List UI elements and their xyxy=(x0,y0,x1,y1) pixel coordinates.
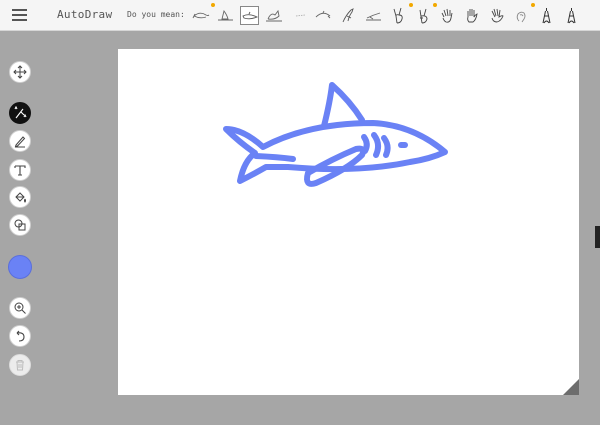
shape-tool[interactable] xyxy=(9,214,31,236)
suggestion-dot xyxy=(433,3,437,7)
delete-tool[interactable] xyxy=(9,354,31,376)
paint-bucket-icon xyxy=(15,192,26,203)
suggestion-bird[interactable] xyxy=(339,6,358,25)
top-bar: AutoDraw Do you mean: xyxy=(0,0,600,31)
wave-hand-icon xyxy=(491,8,504,23)
whale-icon xyxy=(266,9,282,22)
open-hand-icon xyxy=(441,8,453,23)
zoom-tool[interactable] xyxy=(9,297,31,319)
raised-hand-icon xyxy=(467,9,478,23)
line-icon xyxy=(295,14,306,17)
suggestion-shark-fin[interactable] xyxy=(216,6,235,25)
text-icon xyxy=(14,165,26,176)
suggestion-dot xyxy=(211,3,215,7)
eiffel-tower-icon xyxy=(542,8,551,24)
shark-drawing[interactable] xyxy=(118,49,579,395)
color-picker-button[interactable] xyxy=(8,255,32,279)
suggestions-label: Do you mean: xyxy=(127,10,185,19)
suggestion-line[interactable] xyxy=(291,6,310,25)
suggestion-dot xyxy=(409,3,413,7)
bird-icon xyxy=(342,8,354,23)
draw-tool[interactable] xyxy=(9,130,31,152)
suggestion-shark[interactable] xyxy=(240,6,259,25)
shark-fin-icon xyxy=(218,9,233,21)
suggestion-eiffel-tower[interactable] xyxy=(537,6,556,25)
scrollbar-edge xyxy=(595,226,600,248)
peace-hand-icon xyxy=(393,7,403,24)
move-tool[interactable] xyxy=(9,61,31,83)
autodraw-magic-icon xyxy=(14,106,27,119)
type-tool[interactable] xyxy=(9,159,31,181)
pencil-icon xyxy=(14,136,26,148)
drawing-canvas[interactable] xyxy=(118,49,579,395)
fill-tool[interactable] xyxy=(9,186,31,208)
fist-icon xyxy=(516,11,526,23)
menu-icon[interactable] xyxy=(12,9,27,21)
suggestion-peace-hand[interactable] xyxy=(390,3,413,25)
trash-icon xyxy=(16,360,24,371)
autodraw-tool[interactable] xyxy=(9,102,31,124)
suggestion-swoosh[interactable] xyxy=(364,6,383,25)
eiffel-tower-icon xyxy=(567,8,576,24)
suggestion-raised-hand[interactable] xyxy=(462,6,481,25)
suggestion-eiffel-tower-2[interactable] xyxy=(562,6,581,25)
zoom-in-icon xyxy=(14,302,26,314)
undo-tool[interactable] xyxy=(9,325,31,347)
shapes-icon xyxy=(14,219,26,231)
app-title: AutoDraw xyxy=(57,8,113,21)
undo-icon xyxy=(16,330,25,342)
victory-hand-icon xyxy=(419,8,428,24)
fish-icon xyxy=(192,12,210,19)
dolphin-icon xyxy=(315,10,331,19)
canvas-resize-handle[interactable] xyxy=(563,379,579,395)
shark-icon xyxy=(242,11,259,20)
suggestion-open-hand[interactable] xyxy=(438,6,457,25)
suggestion-whale[interactable] xyxy=(265,6,284,25)
suggestion-fish[interactable] xyxy=(192,3,215,25)
suggestion-dot xyxy=(531,3,535,7)
suggestion-fist[interactable] xyxy=(512,3,535,25)
suggestion-dolphin[interactable] xyxy=(314,6,333,25)
suggestion-wave-hand[interactable] xyxy=(487,6,506,25)
suggestion-victory-hand[interactable] xyxy=(414,3,437,25)
move-arrows-icon xyxy=(13,65,27,79)
swoosh-icon xyxy=(366,12,381,21)
